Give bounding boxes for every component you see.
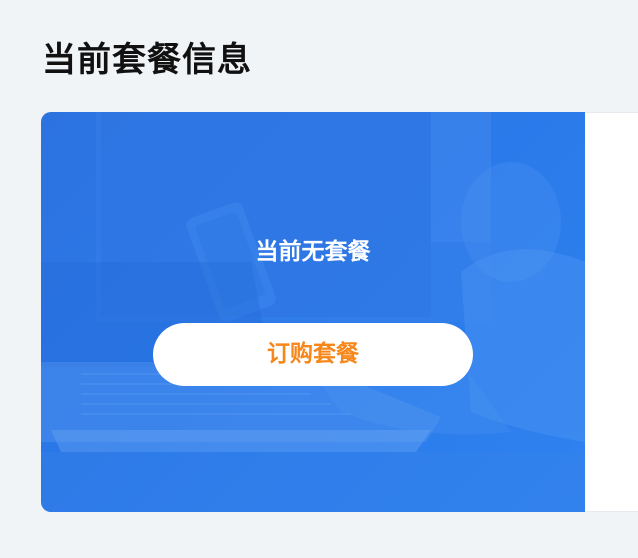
laptop-background-illustration bbox=[41, 112, 585, 512]
current-plan-card: 当前无套餐 订购套餐 bbox=[41, 112, 585, 512]
plan-detail-panel bbox=[585, 112, 638, 512]
section-title: 当前套餐信息 bbox=[42, 40, 252, 80]
no-plan-message: 当前无套餐 bbox=[255, 239, 371, 265]
plan-card-row: 当前无套餐 订购套餐 bbox=[41, 112, 638, 512]
page: 当前套餐信息 当前无套餐 订购套餐 bbox=[0, 0, 638, 558]
order-plan-button[interactable]: 订购套餐 bbox=[153, 323, 473, 386]
